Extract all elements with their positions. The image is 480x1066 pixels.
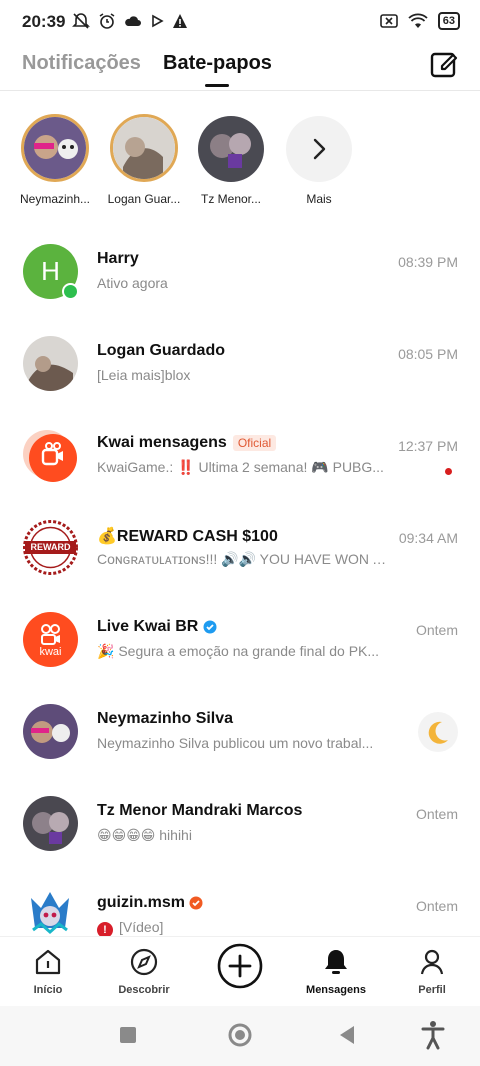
bell-icon (325, 950, 347, 974)
chat-name: Neymazinho Silva (97, 710, 234, 727)
verified-orange-icon (189, 896, 203, 910)
plus-circle-icon (217, 943, 263, 989)
story-item[interactable]: Neymazinh... (15, 112, 95, 206)
chat-name: Logan Guardado (97, 342, 225, 359)
wifi-icon (408, 13, 428, 28)
avatar (23, 704, 78, 759)
status-time: 20:39 (22, 12, 66, 31)
chat-name: Tz Menor Mandraki Marcos (97, 802, 303, 819)
nav-profile-label: Perfil (418, 984, 446, 996)
compass-icon (130, 948, 158, 976)
avatar (23, 428, 78, 483)
chat-subtitle: KwaiGame.: ‼️ Ultima 2 semana! 🎮 PUBG... (97, 459, 384, 475)
active-tab-indicator (205, 84, 229, 87)
cloud-icon (125, 16, 141, 26)
create-button[interactable] (200, 943, 280, 994)
story-name: Neymazinh... (19, 192, 91, 206)
chat-row[interactable]: Kwai mensagens Oficial KwaiGame.: ‼️ Ulti… (0, 410, 480, 502)
story-name: Logan Guar... (107, 192, 181, 206)
moon-sticker-icon (418, 712, 458, 752)
chat-time: 08:39 PM (398, 254, 458, 270)
accessibility-icon[interactable] (420, 1020, 446, 1050)
avatar: kwai (23, 612, 78, 667)
chat-time: Ontem (415, 622, 458, 638)
compose-icon[interactable] (430, 50, 458, 78)
nav-home-label: Início (33, 984, 63, 996)
recents-icon[interactable] (119, 1026, 137, 1044)
home-icon (35, 949, 61, 975)
mute-icon (72, 13, 90, 29)
chat-name-text: Kwai mensagens (97, 434, 227, 451)
tab-notifications[interactable]: Notificações (22, 52, 141, 75)
chat-row[interactable]: H Harry Ativo agora 08:39 PM (0, 226, 480, 318)
story-item[interactable]: Tz Menor... (191, 112, 271, 206)
nav-messages[interactable]: Mensagens (296, 947, 376, 996)
chat-time: 09:34 AM (398, 530, 458, 546)
chat-row[interactable]: kwai Live Kwai BR 🎉 Segura a emoção na g… (0, 594, 480, 686)
nav-discover-label: Descobrir (118, 984, 170, 996)
chat-subtitle: [Leia mais]blox (97, 367, 191, 383)
avatar (23, 796, 78, 851)
chat-subtitle: Cᴏɴɢʀᴀᴛᴜʟᴀᴛɪᴏɴs!!! 🔊🔊 YOU HAVE WON A $10… (97, 551, 387, 567)
sim-off-icon (379, 14, 398, 28)
play-icon (152, 14, 164, 28)
online-indicator (62, 283, 79, 300)
story-avatar[interactable] (110, 114, 178, 182)
avatar (23, 336, 78, 391)
chat-time: Ontem (415, 898, 458, 914)
avatar: REWARD (23, 520, 78, 575)
story-name: Tz Menor... (200, 192, 262, 206)
top-navigation: Notificações Bate-papos (0, 44, 480, 91)
chat-row[interactable]: Neymazinho Silva Neymazinho Silva public… (0, 686, 480, 778)
status-right-icons: 63 (379, 12, 460, 30)
chat-subtitle: [Vídeo] (119, 919, 164, 935)
chat-name-text: Live Kwai BR (97, 618, 199, 635)
nav-profile[interactable]: Perfil (392, 947, 472, 996)
alarm-icon (99, 13, 115, 29)
stories-row: Neymazinh... Logan Guar... Tz Menor... M… (0, 112, 480, 222)
story-avatar[interactable] (21, 114, 89, 182)
status-left-icons (72, 12, 188, 30)
avatar (23, 888, 78, 943)
chat-time: Ontem (415, 806, 458, 822)
chat-time: 12:37 PM (398, 438, 458, 454)
chat-subtitle: Ativo agora (97, 275, 168, 291)
system-navigation-bar (0, 1006, 480, 1066)
tab-chats[interactable]: Bate-papos (163, 52, 272, 75)
nav-messages-label: Mensagens (306, 984, 366, 996)
reward-seal-text: REWARD (30, 542, 71, 552)
story-more[interactable]: Mais (279, 112, 359, 206)
story-name: Mais (306, 192, 332, 206)
chat-name: Live Kwai BR (97, 618, 217, 636)
chat-name: Harry (97, 250, 139, 267)
chat-row[interactable]: REWARD 💰REWARD CASH $100 Cᴏɴɢʀᴀᴛᴜʟᴀᴛɪᴏɴs… (0, 502, 480, 594)
chat-name: 💰REWARD CASH $100 (97, 528, 278, 545)
avatar: H (23, 244, 79, 300)
bottom-navigation: Início Descobrir Mensagens Perfil (0, 936, 480, 1007)
back-icon[interactable] (338, 1025, 356, 1045)
story-item[interactable]: Logan Guar... (104, 112, 184, 206)
person-icon (420, 949, 444, 975)
verified-icon (203, 620, 217, 634)
nav-discover[interactable]: Descobrir (104, 947, 184, 996)
chat-subtitle: 😁😁😁😁 hihihi (97, 827, 192, 843)
kwai-logo-text: kwai (39, 646, 62, 658)
chat-subtitle: 🎉 Segura a emoção na grande final do PK.… (97, 643, 380, 659)
chat-time: 08:05 PM (398, 346, 458, 362)
more-stories-button[interactable] (286, 116, 352, 182)
official-badge: Oficial (232, 434, 277, 451)
chat-row[interactable]: Tz Menor Mandraki Marcos 😁😁😁😁 hihihi Ont… (0, 778, 480, 870)
chat-subtitle: Neymazinho Silva publicou um novo trabal… (97, 735, 374, 751)
status-bar: 20:39 63 (0, 0, 480, 44)
chat-name: guizin.msm (97, 894, 203, 912)
warning-icon (173, 14, 187, 28)
unread-dot (445, 468, 452, 475)
chat-name: Kwai mensagens Oficial (97, 434, 277, 452)
chat-row[interactable]: Logan Guardado [Leia mais]blox 08:05 PM (0, 318, 480, 410)
home-circle-icon[interactable] (228, 1023, 252, 1047)
nav-home[interactable]: Início (8, 947, 88, 996)
battery-indicator: 63 (437, 12, 460, 30)
story-avatar[interactable] (198, 116, 264, 182)
chat-name-text: guizin.msm (97, 894, 186, 911)
